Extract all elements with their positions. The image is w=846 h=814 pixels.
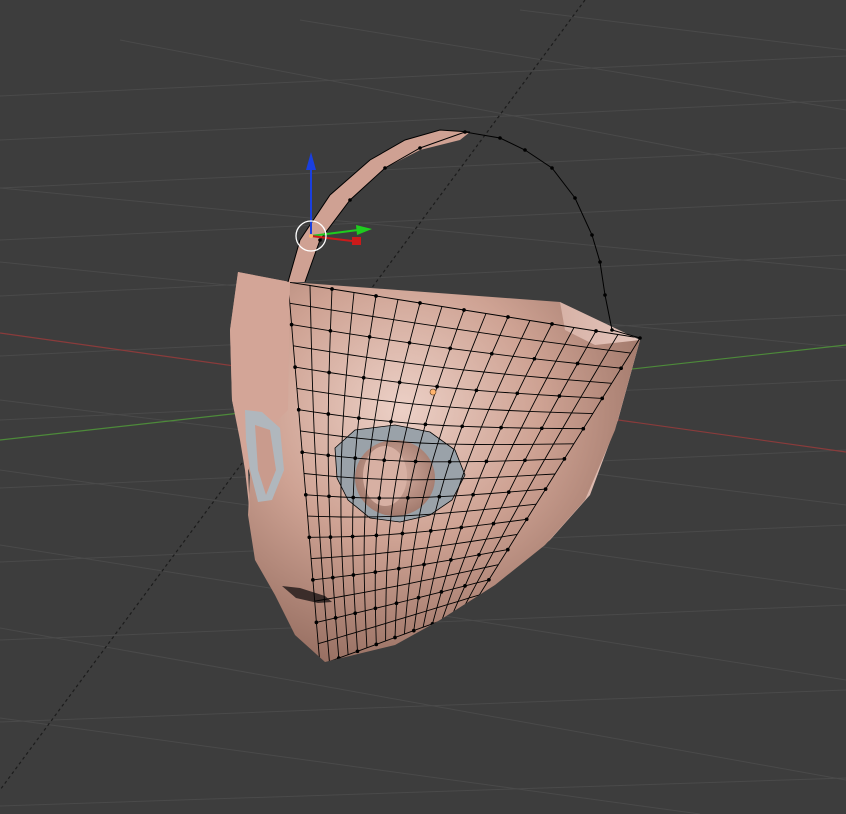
mesh-vertex[interactable] <box>396 566 401 571</box>
mesh-vertex[interactable] <box>524 517 529 522</box>
gizmo-y-arrow-icon[interactable] <box>356 225 372 235</box>
mesh-vertex[interactable] <box>539 426 544 431</box>
mesh-vertex[interactable] <box>581 426 586 431</box>
mesh-vertex[interactable] <box>333 616 338 620</box>
mesh-vertex[interactable] <box>319 664 322 667</box>
mesh-vertex[interactable] <box>416 595 421 600</box>
gizmo-pivot-center <box>309 234 313 238</box>
mesh-vertex[interactable] <box>350 534 355 539</box>
mesh-vertex[interactable] <box>327 370 331 375</box>
mesh-vertex[interactable] <box>423 422 428 427</box>
mesh-vertex[interactable] <box>418 301 422 305</box>
mesh-vertex[interactable] <box>543 487 548 491</box>
mesh-vertex[interactable] <box>303 492 308 497</box>
3d-viewport[interactable] <box>0 0 846 814</box>
mesh-vertex[interactable] <box>311 578 315 582</box>
mesh-vertex[interactable] <box>393 635 397 640</box>
skull-arc-wire-inner <box>287 129 471 283</box>
mesh-vertex[interactable] <box>373 606 378 611</box>
mesh-vertex[interactable] <box>460 424 465 429</box>
mesh-vertex[interactable] <box>439 590 444 594</box>
mesh-vertex[interactable] <box>330 575 335 580</box>
mesh-vertex[interactable] <box>361 375 366 380</box>
mesh-vertex[interactable] <box>407 340 412 345</box>
mesh-vertex[interactable] <box>389 419 393 424</box>
mesh-vertex[interactable] <box>575 361 580 366</box>
mesh-vertex[interactable] <box>314 620 319 625</box>
mesh-vertex[interactable] <box>413 459 418 464</box>
mesh-vertex[interactable] <box>300 450 305 455</box>
mesh-vertex[interactable] <box>353 456 358 460</box>
mesh-vertex[interactable] <box>462 308 466 312</box>
mesh-vertex[interactable] <box>489 351 494 356</box>
mesh-vertex[interactable] <box>394 601 399 606</box>
mesh-vertex[interactable] <box>471 492 475 497</box>
mesh-vertex[interactable] <box>477 552 481 557</box>
mesh-vertex[interactable] <box>594 329 598 333</box>
mesh-vertex[interactable] <box>428 529 433 533</box>
mesh-vertex[interactable] <box>327 494 331 499</box>
mesh-vertex[interactable] <box>448 346 453 351</box>
mesh-vertex[interactable] <box>328 535 333 539</box>
mesh-vertex[interactable] <box>468 608 472 612</box>
mesh-vertex[interactable] <box>506 490 511 494</box>
mesh-vertex[interactable] <box>523 458 527 463</box>
mesh-vertex[interactable] <box>336 656 341 660</box>
mesh-vertex[interactable] <box>430 621 435 626</box>
mesh-vertex[interactable] <box>374 533 379 538</box>
mesh-vertex[interactable] <box>293 365 297 369</box>
mesh-vertex[interactable] <box>326 453 331 458</box>
mesh-vertex[interactable] <box>351 573 356 577</box>
mesh-vertex[interactable] <box>377 496 382 500</box>
mesh-vertex[interactable] <box>463 584 467 588</box>
object-origin-dot[interactable] <box>429 388 437 396</box>
gizmo-z-arrow-icon[interactable] <box>306 152 316 170</box>
mesh-vertex[interactable] <box>296 407 301 412</box>
head-strip <box>288 130 470 282</box>
mesh-vertex[interactable] <box>499 425 503 430</box>
mesh-vertex[interactable] <box>506 315 510 319</box>
mesh-vertex[interactable] <box>406 496 410 500</box>
mesh-vertex[interactable] <box>619 366 623 371</box>
mesh-vertex[interactable] <box>382 458 387 463</box>
mesh-vertex[interactable] <box>328 328 333 333</box>
mesh-vertex[interactable] <box>550 322 554 326</box>
mesh-vertex[interactable] <box>330 287 334 291</box>
head-mesh[interactable] <box>230 129 642 667</box>
mesh-vertex[interactable] <box>351 495 356 500</box>
mesh-vertex[interactable] <box>515 391 520 396</box>
mesh-vertex[interactable] <box>484 459 489 464</box>
mesh-vertex[interactable] <box>373 570 378 574</box>
mesh-vertex[interactable] <box>449 558 453 562</box>
mesh-vertex[interactable] <box>356 416 361 420</box>
mesh-vertex[interactable] <box>353 611 358 616</box>
mesh-vertex[interactable] <box>435 384 439 389</box>
mesh-vertex[interactable] <box>459 525 464 530</box>
mesh-vertex[interactable] <box>326 412 331 416</box>
mesh-vertex[interactable] <box>355 649 360 654</box>
gizmo-x-handle-icon[interactable] <box>352 237 361 245</box>
mesh-vertex[interactable] <box>491 521 496 526</box>
mesh-vertex[interactable] <box>557 394 562 398</box>
mesh-vertex[interactable] <box>487 577 491 582</box>
mesh-vertex[interactable] <box>400 531 405 536</box>
mesh-vertex[interactable] <box>505 547 510 552</box>
mesh-vertex[interactable] <box>447 459 452 464</box>
mesh-vertex[interactable] <box>437 494 442 499</box>
mesh-vertex[interactable] <box>289 322 294 327</box>
mesh-vertex[interactable] <box>474 388 479 393</box>
mesh-vertex[interactable] <box>600 396 605 401</box>
mesh-vertex[interactable] <box>307 535 312 540</box>
mesh-vertex[interactable] <box>397 380 402 385</box>
mesh-vertex[interactable] <box>411 628 416 633</box>
mesh-vertex[interactable] <box>562 457 567 461</box>
mesh-vertex[interactable] <box>422 562 426 567</box>
mesh-vertex[interactable] <box>367 335 372 339</box>
mesh-vertex[interactable] <box>374 642 379 647</box>
mesh-vertex[interactable] <box>374 294 378 298</box>
mesh-vertex[interactable] <box>532 356 537 361</box>
